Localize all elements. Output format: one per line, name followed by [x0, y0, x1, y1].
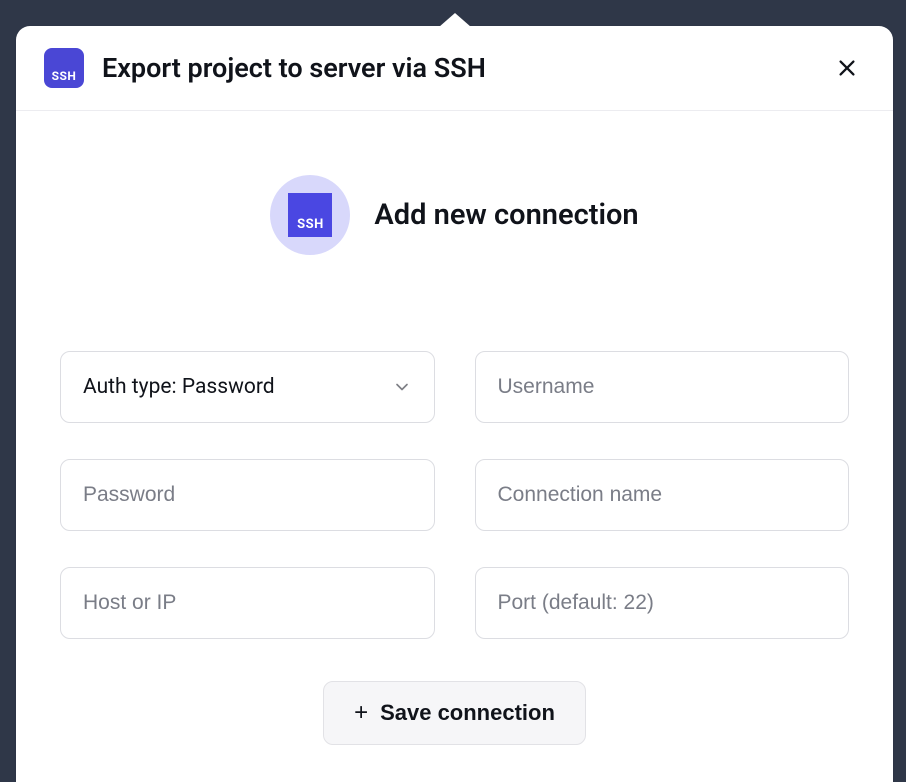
close-icon: [836, 57, 858, 79]
chevron-down-icon: [392, 377, 412, 397]
popover-caret: [439, 13, 471, 27]
port-field-wrapper: [475, 567, 850, 639]
auth-type-select[interactable]: Auth type: Password: [60, 351, 435, 423]
save-connection-button[interactable]: + Save connection: [323, 681, 586, 745]
ssh-icon: SSH: [288, 193, 332, 237]
dialog-header: SSH Export project to server via SSH: [16, 26, 893, 111]
host-field[interactable]: [83, 591, 412, 615]
auth-type-label: Auth type: Password: [83, 375, 275, 399]
save-button-label: Save connection: [380, 700, 555, 726]
dialog-title: Export project to server via SSH: [102, 52, 829, 84]
ssh-icon: SSH: [44, 48, 84, 88]
section-header: SSH Add new connection: [16, 111, 893, 255]
host-field-wrapper: [60, 567, 435, 639]
dialog-backdrop: SSH Export project to server via SSH SSH…: [0, 0, 906, 782]
plus-icon: +: [354, 701, 368, 725]
export-ssh-dialog: SSH Export project to server via SSH SSH…: [16, 26, 893, 782]
connection-name-field[interactable]: [498, 483, 827, 507]
section-title: Add new connection: [374, 198, 638, 232]
ssh-icon-label: SSH: [52, 69, 77, 83]
username-field[interactable]: [498, 375, 827, 399]
connection-name-field-wrapper: [475, 459, 850, 531]
connection-form: Auth type: Password: [16, 255, 893, 639]
password-field[interactable]: [83, 483, 412, 507]
close-button[interactable]: [829, 50, 865, 86]
port-field[interactable]: [498, 591, 827, 615]
password-field-wrapper: [60, 459, 435, 531]
dialog-footer: + Save connection: [16, 639, 893, 745]
username-field-wrapper: [475, 351, 850, 423]
ssh-icon-label: SSH: [297, 217, 324, 232]
ssh-avatar: SSH: [270, 175, 350, 255]
